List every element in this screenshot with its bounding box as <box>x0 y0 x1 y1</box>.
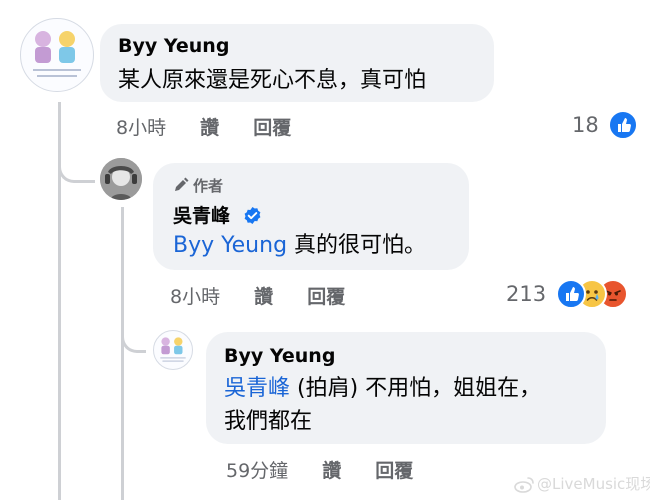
like-button[interactable]: 讚 <box>254 282 273 309</box>
like-button[interactable]: 讚 <box>200 113 219 140</box>
like-reaction-icon <box>555 279 586 309</box>
comment-text: Byy Yeung 真的很可怕。 <box>173 229 426 262</box>
pencil-icon <box>173 177 189 197</box>
author-badge: 作者 <box>173 175 223 197</box>
comment-text-line: 我們都在 <box>224 409 313 434</box>
comment-actions: 8小時 讚 回覆 <box>170 282 345 309</box>
weibo-logo-icon <box>514 476 534 497</box>
reply-button[interactable]: 回覆 <box>375 456 413 483</box>
reaction-summary[interactable]: 18 <box>572 110 639 140</box>
comment-author-row: 吳青峰 <box>173 201 262 230</box>
like-reaction-icon <box>608 110 639 140</box>
comment-timestamp[interactable]: 8小時 <box>170 282 220 309</box>
comment-actions: 8小時 讚 回覆 <box>116 113 291 140</box>
comment-bubble: 作者 吳青峰 Byy Yeung 真的很可怕。 <box>153 163 469 270</box>
comment-author[interactable]: Byy Yeung <box>224 345 335 367</box>
reply-button[interactable]: 回覆 <box>253 113 291 140</box>
watermark-text: @LiveMusic现场 <box>537 475 650 493</box>
comment-text-line: (拍肩) 不用怕，姐姐在， <box>290 376 542 401</box>
avatar-photo <box>100 158 142 200</box>
avatar[interactable] <box>20 18 94 92</box>
comment-text-body: 真的很可怕。 <box>287 233 427 258</box>
reaction-count: 18 <box>572 113 599 137</box>
comment-timestamp[interactable]: 59分鐘 <box>226 456 288 483</box>
comment-bubble: Byy Yeung 某人原來還是死心不息，真可怕 <box>100 24 494 102</box>
watermark: @LiveMusic现场 <box>514 473 650 497</box>
thread-line <box>121 207 124 500</box>
reply-button[interactable]: 回覆 <box>307 282 345 309</box>
thread-line-branch <box>58 140 95 183</box>
comment-text: 吳青峰 (拍肩) 不用怕，姐姐在， 我們都在 <box>224 372 541 438</box>
comment-author[interactable]: Byy Yeung <box>118 35 229 57</box>
avatar[interactable] <box>153 330 193 370</box>
avatar-illustration <box>33 31 81 77</box>
avatar[interactable] <box>100 158 142 200</box>
reaction-count: 213 <box>506 282 547 306</box>
comment-bubble: Byy Yeung 吳青峰 (拍肩) 不用怕，姐姐在， 我們都在 <box>206 332 606 444</box>
avatar-illustration <box>160 337 186 362</box>
comment-author[interactable]: 吳青峰 <box>173 205 230 227</box>
thread-line-branch <box>121 310 146 353</box>
mention-link[interactable]: Byy Yeung <box>173 233 287 258</box>
comment-text: 某人原來還是死心不息，真可怕 <box>118 68 427 93</box>
author-badge-label: 作者 <box>193 177 224 195</box>
verified-badge-icon <box>243 206 262 230</box>
mention-link[interactable]: 吳青峰 <box>224 376 290 401</box>
comment-actions: 59分鐘 讚 回覆 <box>226 456 413 483</box>
comment-timestamp[interactable]: 8小時 <box>116 113 166 140</box>
reaction-summary[interactable]: 213 <box>506 279 628 309</box>
like-button[interactable]: 讚 <box>322 456 341 483</box>
